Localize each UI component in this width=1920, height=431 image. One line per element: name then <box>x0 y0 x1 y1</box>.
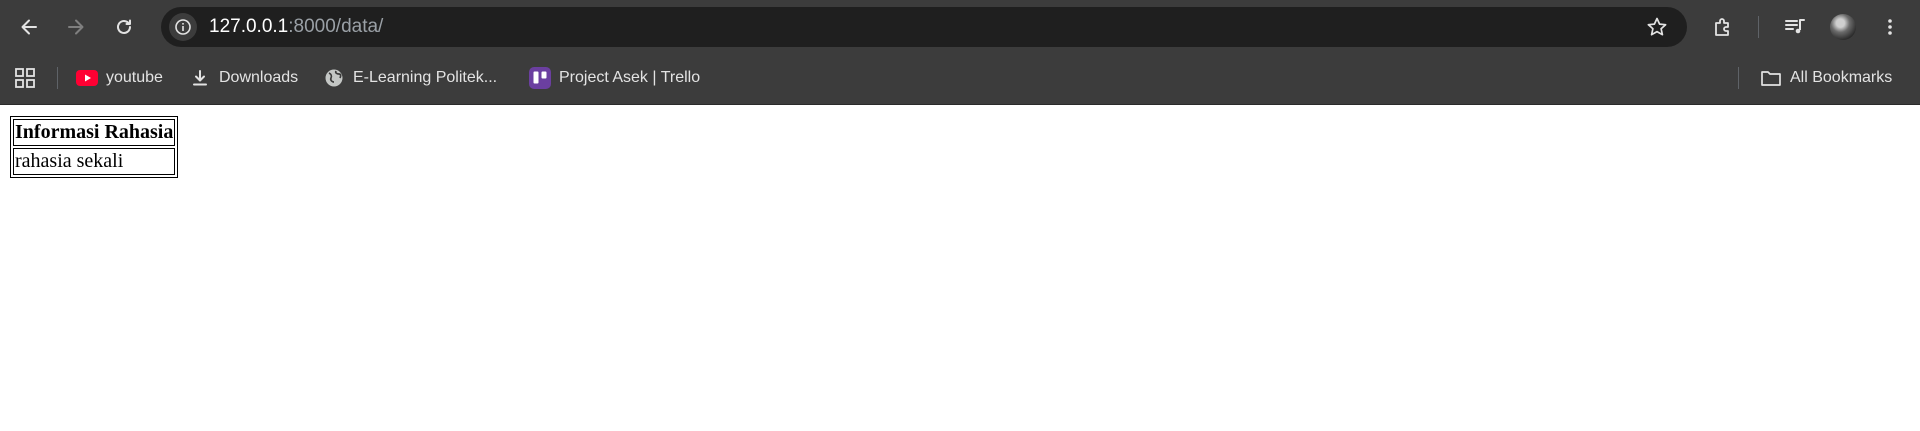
forward-button[interactable] <box>58 11 94 43</box>
browser-toolbar: 127.0.0.1:8000/data/ <box>0 0 1920 53</box>
table-cell: rahasia sekali <box>13 148 176 175</box>
puzzle-icon <box>1715 18 1729 36</box>
bookmark-label: E-Learning Politek... <box>353 69 498 86</box>
table-header-cell: Informasi Rahasia <box>13 119 176 146</box>
arrow-left-icon <box>21 19 37 35</box>
address-bar[interactable]: 127.0.0.1:8000/data/ <box>161 7 1687 47</box>
url-host: 127.0.0.1 <box>209 16 289 37</box>
youtube-icon <box>76 67 98 89</box>
all-bookmarks-button[interactable]: All Bookmarks <box>1760 65 1892 91</box>
browser-menu-button[interactable] <box>1874 11 1906 43</box>
info-table: Informasi Rahasia rahasia sekali <box>10 116 179 178</box>
more-vert-icon <box>1888 19 1892 35</box>
bookmark-label: Project Asek | Trello <box>559 69 701 86</box>
bookmark-downloads[interactable]: Downloads <box>189 65 298 91</box>
info-icon <box>175 19 191 35</box>
bookmark-trello[interactable]: Project Asek | Trello <box>529 65 700 91</box>
trello-icon <box>529 67 551 89</box>
bookmark-label: youtube <box>106 69 163 86</box>
bookmarks-divider <box>1738 67 1739 89</box>
table-row: rahasia sekali <box>13 148 176 175</box>
bookmark-youtube[interactable]: youtube <box>76 65 163 91</box>
download-icon <box>189 67 211 89</box>
bookmark-e-learning[interactable]: E-Learning Politek... <box>323 65 497 91</box>
playlist-icon <box>1785 19 1805 34</box>
extensions-button[interactable] <box>1707 11 1739 43</box>
all-bookmarks-label: All Bookmarks <box>1790 69 1893 86</box>
bookmark-label: Downloads <box>219 69 299 86</box>
toolbar-divider <box>1758 16 1759 38</box>
globe-icon <box>323 67 345 89</box>
media-controls-button[interactable] <box>1779 11 1811 43</box>
apps-grid-icon <box>15 68 35 88</box>
arrow-right-icon <box>68 19 84 35</box>
reload-button[interactable] <box>106 11 142 43</box>
page-content: Informasi Rahasia rahasia sekali <box>10 116 179 178</box>
url-text[interactable]: 127.0.0.1:8000/data/ <box>209 7 383 47</box>
folder-icon <box>1760 67 1782 89</box>
bookmarks-divider <box>57 67 58 89</box>
star-icon <box>1647 17 1667 36</box>
table-header-row: Informasi Rahasia <box>13 119 176 146</box>
apps-button[interactable] <box>14 65 36 91</box>
reload-icon <box>117 19 131 34</box>
site-info-button[interactable] <box>169 13 197 41</box>
bookmark-star-button[interactable] <box>1645 15 1669 39</box>
profile-avatar[interactable] <box>1830 14 1856 40</box>
url-path: :8000/data/ <box>288 16 384 37</box>
bookmarks-bar: youtube Downloads E-Learning Politek... … <box>0 53 1920 105</box>
back-button[interactable] <box>11 11 47 43</box>
